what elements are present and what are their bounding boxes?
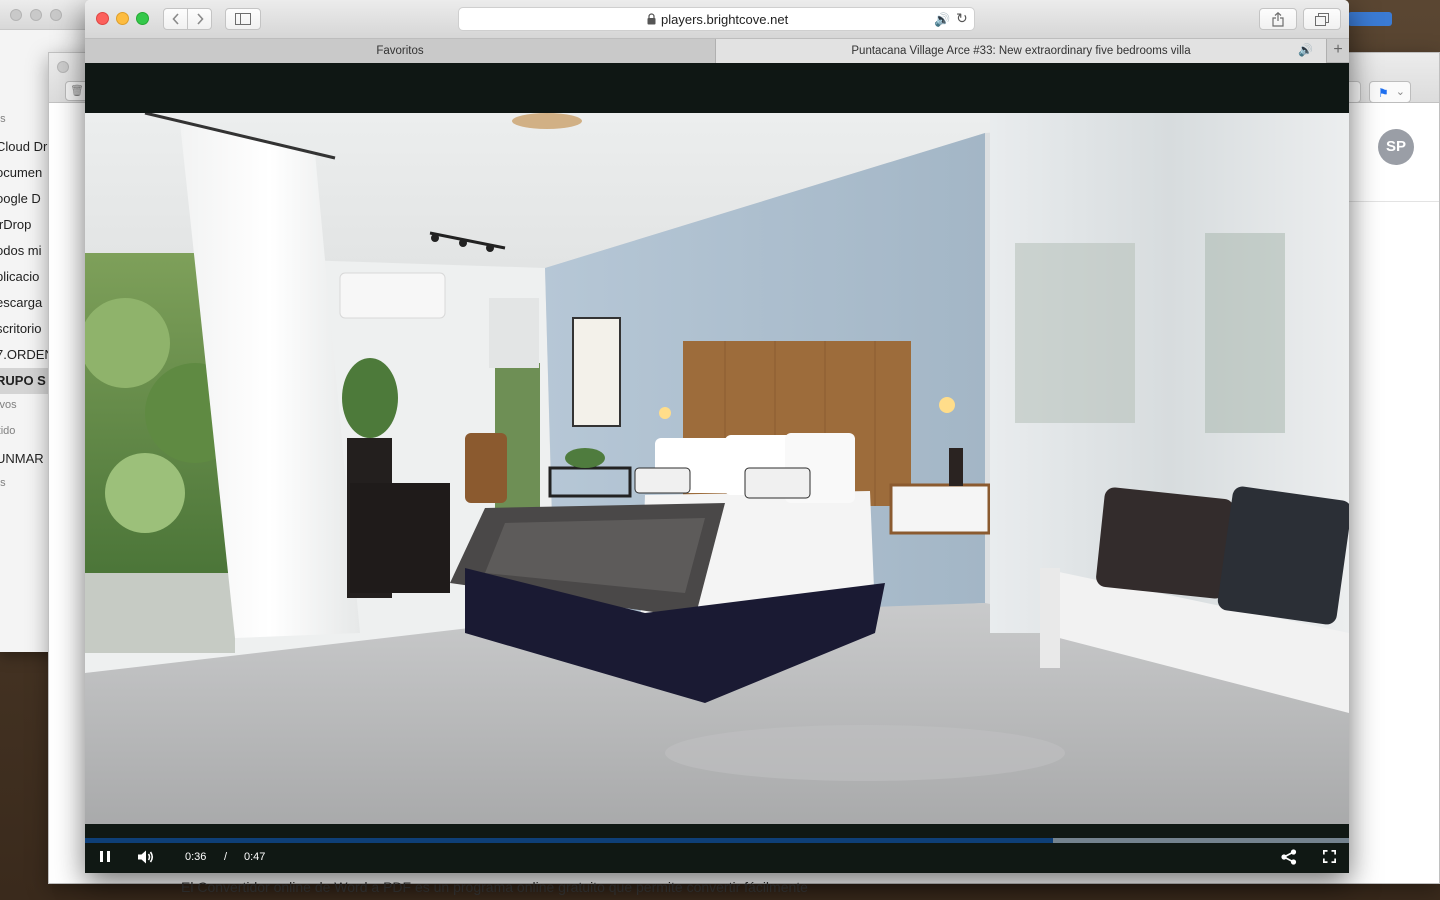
finder-close-button[interactable] — [10, 9, 22, 21]
mail-body-snippet: El Convertidor online de Word a PDF es u… — [181, 879, 808, 895]
chevron-down-icon: ⌄ — [1395, 86, 1405, 98]
flag-icon: ⚑ — [1378, 86, 1389, 100]
finder-sidebar-item[interactable]: ocumen — [0, 160, 48, 186]
speaker-icon[interactable]: 🔊 — [934, 12, 950, 28]
tab-speaker-icon[interactable]: 🔊 — [1298, 43, 1313, 57]
back-button[interactable] — [163, 8, 188, 30]
share-icon[interactable] — [1281, 849, 1297, 865]
tab-overview-button[interactable] — [1303, 8, 1341, 30]
new-tab-button[interactable]: + — [1326, 39, 1349, 63]
pause-icon[interactable] — [100, 851, 111, 862]
finder-sidebar-section: rtido — [0, 425, 16, 437]
share-button[interactable] — [1259, 8, 1297, 30]
video-still-bedroom — [85, 113, 1349, 824]
finder-sidebar-item[interactable]: escarga — [0, 290, 48, 316]
address-url: players.brightcove.net — [661, 12, 789, 27]
mail-close-button[interactable] — [57, 61, 69, 73]
sidebar-icon — [235, 13, 251, 25]
finder-sidebar-item[interactable]: odos mi — [0, 238, 48, 264]
address-bar[interactable]: players.brightcove.net 🔊 ↻ — [458, 7, 975, 31]
finder-sidebar: os Cloud Drocumenoogle DirDropodos miplic… — [0, 108, 48, 498]
zoom-button[interactable] — [136, 12, 149, 25]
finder-sidebar-section: os — [0, 113, 6, 125]
divider — [1349, 201, 1439, 202]
finder-sidebar-section: as — [0, 477, 6, 489]
player-controls: 0:36 / 0:47 — [85, 824, 1349, 873]
finder-sidebar-item[interactable]: 7.ORDEN — [0, 342, 48, 368]
reload-icon[interactable]: ↻ — [956, 10, 968, 27]
finder-sidebar-item[interactable]: RUPO S — [0, 368, 48, 394]
sidebar-toggle-button[interactable] — [225, 8, 261, 30]
finder-sidebar-item[interactable]: oogle D — [0, 186, 48, 212]
background-blue-button — [1348, 12, 1392, 26]
finder-sidebar-item[interactable]: UNMAR — [0, 446, 48, 472]
finder-zoom-button[interactable] — [50, 9, 62, 21]
lock-icon — [647, 13, 656, 25]
tab-overview-icon — [1315, 12, 1329, 26]
avatar: SP — [1378, 129, 1414, 165]
minimize-button[interactable] — [116, 12, 129, 25]
video-player: 0:36 / 0:47 — [85, 63, 1349, 873]
volume-icon[interactable] — [137, 849, 155, 865]
forward-button[interactable] — [187, 8, 212, 30]
finder-sidebar-item[interactable]: scritorio — [0, 316, 48, 342]
finder-sidebar-item[interactable]: plicacio — [0, 264, 48, 290]
tab-favoritos[interactable]: Favoritos — [85, 39, 716, 63]
finder-sidebar-item[interactable]: Cloud Dr — [0, 134, 48, 160]
video-frame[interactable] — [85, 113, 1349, 824]
fullscreen-icon[interactable] — [1323, 850, 1336, 863]
flag-button[interactable]: ⚑ ⌄ — [1369, 81, 1411, 103]
finder-sidebar-item[interactable]: irDrop — [0, 212, 48, 238]
time-separator: / — [224, 851, 228, 863]
progress-bar[interactable] — [85, 838, 1349, 843]
close-button[interactable] — [96, 12, 109, 25]
tab-puntacana-video[interactable]: Puntacana Village Arce #33: New extraord… — [716, 39, 1326, 63]
chevron-right-icon — [196, 13, 204, 25]
progress-fill — [85, 838, 1054, 843]
finder-minimize-button[interactable] — [30, 9, 42, 21]
finder-sidebar-section: tivos — [0, 399, 17, 411]
safari-window: players.brightcove.net 🔊 ↻ Favoritos Pun… — [85, 0, 1349, 873]
tab-bar: Favoritos Puntacana Village Arce #33: Ne… — [85, 38, 1349, 63]
share-icon — [1272, 11, 1284, 27]
safari-toolbar: players.brightcove.net 🔊 ↻ — [85, 0, 1349, 38]
chevron-left-icon — [171, 13, 179, 25]
current-time: 0:36 — [185, 851, 207, 863]
duration: 0:47 — [244, 851, 266, 863]
